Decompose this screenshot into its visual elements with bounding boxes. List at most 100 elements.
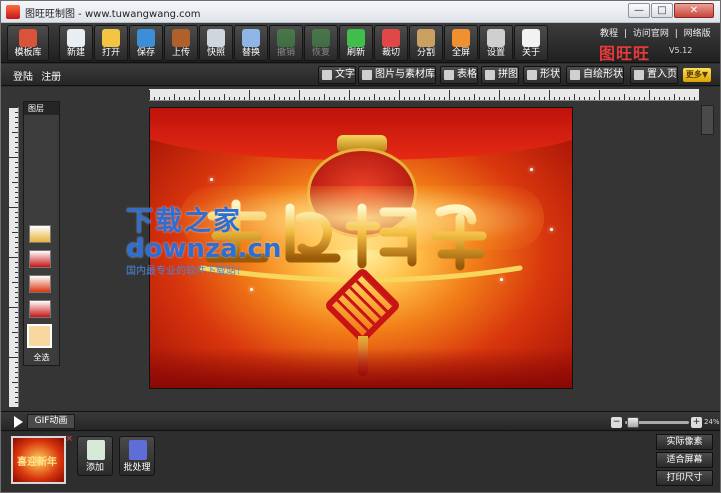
design-canvas[interactable] [149, 107, 573, 389]
layer-thumb-knot[interactable] [29, 250, 51, 268]
ruler-tick [15, 127, 18, 128]
tool-custom-shape-button[interactable]: 自绘形状 [566, 66, 624, 84]
zoom-in-button[interactable]: + [691, 417, 702, 428]
more-button[interactable]: 更多▼ [683, 68, 711, 82]
ruler-tick [15, 342, 18, 343]
ruler-tick [15, 337, 18, 338]
ruler-tick [12, 232, 18, 233]
ruler-tick [514, 97, 515, 100]
toolbar-button-undo[interactable]: 撤销 [269, 25, 303, 61]
ruler-tick [364, 97, 365, 100]
ruler-tick [15, 217, 18, 218]
ruler-tick [15, 187, 18, 188]
ruler-tick [489, 97, 490, 100]
ruler-tick [284, 97, 285, 100]
page-thumbnail[interactable]: 喜迎新年 × [11, 434, 73, 484]
ruler-tick [689, 97, 690, 100]
ruler-tick [15, 367, 18, 368]
register-link[interactable]: 注册 [41, 72, 61, 83]
layer-thumb-ornament[interactable] [29, 225, 51, 243]
select-all-button[interactable]: 全选 [24, 352, 59, 363]
ruler-tick [269, 97, 270, 100]
play-icon[interactable] [14, 416, 23, 428]
toolbar-button-open[interactable]: 打开 [94, 25, 128, 61]
link-separator: | [623, 29, 627, 39]
ruler-tick [15, 227, 18, 228]
ruler-tick [509, 97, 510, 100]
ruler-tick [15, 267, 18, 268]
toolbar-button-refresh[interactable]: 刷新 [339, 25, 373, 61]
ruler-tick [214, 97, 215, 100]
tool-label: 置入页 [647, 69, 677, 80]
tool-shape-button[interactable]: 形状 [523, 66, 561, 84]
ruler-tick [15, 302, 18, 303]
insert-page-icon [634, 70, 644, 80]
ruler-tick [15, 237, 18, 238]
toolbar-button-replace[interactable]: 替换 [234, 25, 268, 61]
zoom-slider-thumb[interactable] [627, 417, 639, 428]
close-icon: ✕ [689, 5, 699, 16]
fit-screen-button[interactable]: 适合屏幕 [656, 452, 713, 468]
add-page-button[interactable]: 添加 [77, 436, 113, 476]
toolbar-button-settings[interactable]: 设置 [479, 25, 513, 61]
ruler-tick [499, 90, 500, 100]
ruler-tick [469, 97, 470, 100]
ruler-tick [259, 97, 260, 100]
toolbar-button-redo[interactable]: 恢复 [304, 25, 338, 61]
ruler-tick [419, 97, 420, 100]
ruler-tick [15, 377, 18, 378]
link-tutorial[interactable]: 教程 [600, 29, 618, 39]
tool-collage-button[interactable]: 拼图 [481, 66, 519, 84]
ruler-tick [15, 167, 18, 168]
tool-table-button[interactable]: 表格 [440, 66, 478, 84]
ruler-tick [654, 97, 655, 100]
ruler-tick [15, 287, 18, 288]
ruler-tick [224, 94, 225, 100]
ruler-tick [199, 90, 200, 100]
toolbar-button-template-library[interactable]: 模板库 [7, 25, 49, 61]
ruler-tick [15, 112, 18, 113]
ruler-tick [374, 94, 375, 100]
table-grid-icon [444, 70, 454, 80]
ruler-tick [15, 387, 18, 388]
ruler-tick [264, 97, 265, 100]
link-online-version[interactable]: 网络版 [684, 29, 711, 39]
toolbar-button-snapshot[interactable]: 快照 [199, 25, 233, 61]
toolbar-button-about[interactable]: 关于 [514, 25, 548, 61]
layer-thumb-lantern[interactable] [29, 275, 51, 293]
layer-thumb-background[interactable] [27, 324, 52, 348]
toolbar-button-fullscreen[interactable]: 全屏 [444, 25, 478, 61]
minimize-button[interactable]: — [628, 3, 650, 18]
tool-insert-page-button[interactable]: 置入页 [630, 66, 678, 84]
close-button[interactable]: ✕ [674, 3, 714, 18]
login-link[interactable]: 登陆 [13, 72, 33, 83]
tool-text-button[interactable]: 文字 [318, 66, 356, 84]
toolbar-button-label: 保存 [136, 48, 155, 58]
window-controls: — □ ✕ [627, 3, 714, 18]
toolbar-button-save[interactable]: 保存 [129, 25, 163, 61]
right-panel-toggle[interactable] [701, 105, 714, 135]
ruler-tick [444, 97, 445, 100]
ruler-tick [459, 97, 460, 100]
print-size-button[interactable]: 打印尺寸 [656, 470, 713, 486]
toolbar-button-crop[interactable]: 裁切 [374, 25, 408, 61]
title-bar: 图旺旺制图 - www.tuwangwang.com — □ ✕ [1, 1, 720, 23]
ruler-tick [15, 297, 18, 298]
layer-thumb-diamond[interactable] [29, 300, 51, 318]
ruler-tick [15, 137, 18, 138]
ruler-tick [629, 97, 630, 100]
tool-image-library-button[interactable]: 图片与素材库 [358, 66, 436, 84]
ruler-tick [15, 197, 18, 198]
zoom-out-button[interactable]: − [611, 417, 622, 428]
maximize-button[interactable]: □ [651, 3, 673, 18]
gif-animation-tab[interactable]: GIF动画 [27, 414, 75, 429]
actual-pixels-button[interactable]: 实际像素 [656, 434, 713, 450]
link-official-site[interactable]: 访问官网 [633, 29, 669, 39]
batch-process-button[interactable]: 批处理 [119, 436, 155, 476]
ruler-tick [9, 207, 18, 208]
toolbar-button-upload[interactable]: 上传 [164, 25, 198, 61]
toolbar-button-split[interactable]: 分割 [409, 25, 443, 61]
toolbar-button-new[interactable]: 新建 [59, 25, 93, 61]
ruler-tick [15, 312, 18, 313]
page-close-icon[interactable]: × [65, 434, 73, 444]
